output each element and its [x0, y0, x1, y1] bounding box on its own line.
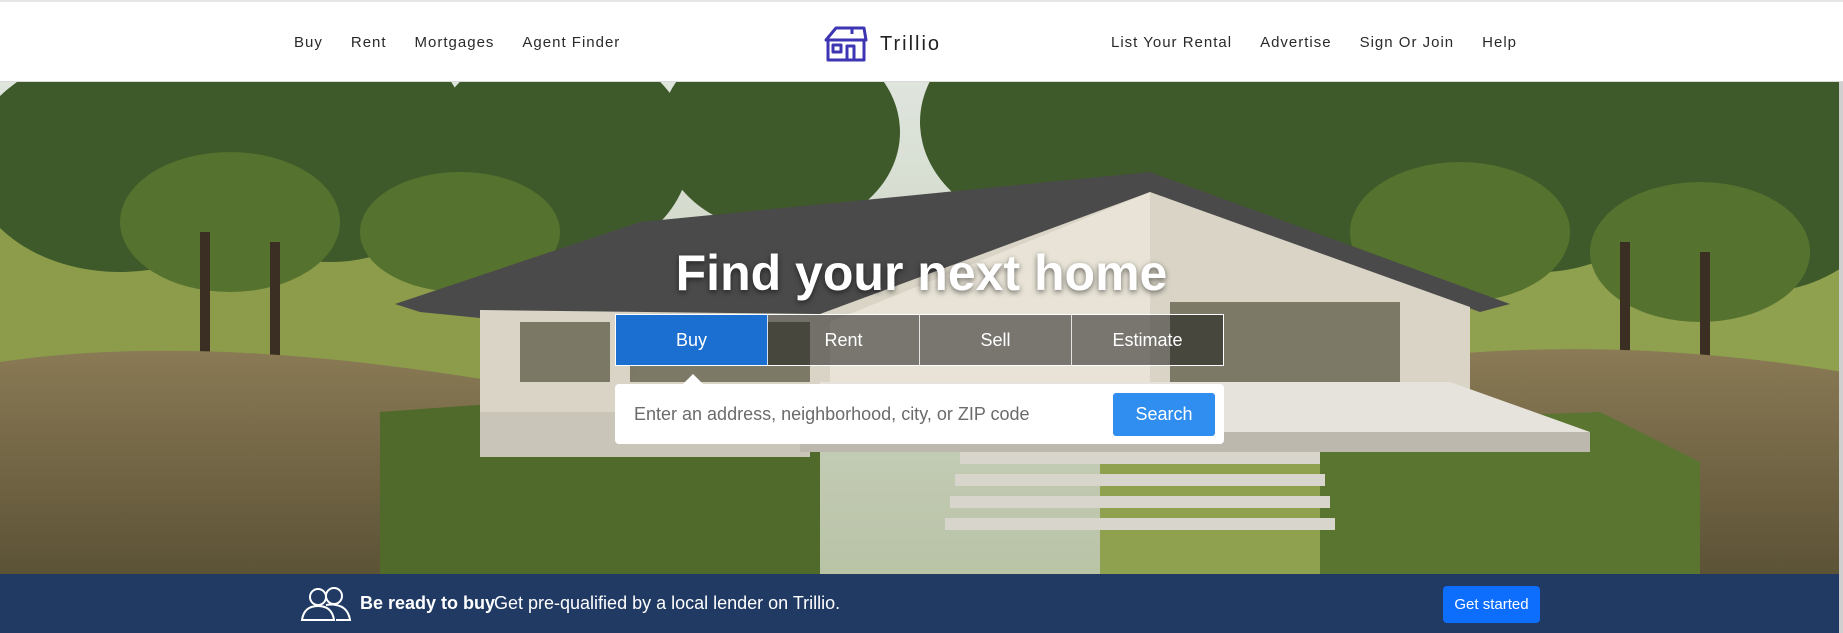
- hero-section: Find your next home Buy Rent Sell Estima…: [0, 82, 1843, 574]
- promo-heading: Be ready to buy: [360, 593, 496, 613]
- promo-text: Get pre-qualified by a local lender on T…: [494, 593, 841, 613]
- people-icon: [300, 587, 352, 621]
- active-tab-pointer: [683, 374, 703, 384]
- tab-estimate[interactable]: Estimate: [1072, 315, 1223, 365]
- nav-link-rent[interactable]: Rent: [351, 34, 387, 51]
- tab-sell[interactable]: Sell: [920, 315, 1072, 365]
- nav-link-buy[interactable]: Buy: [294, 34, 323, 51]
- house-logo-icon: [824, 26, 868, 62]
- hero-title: Find your next home: [675, 245, 1168, 301]
- nav-left: Buy Rent Mortgages Agent Finder: [294, 2, 648, 82]
- brand-logo[interactable]: Trillio: [822, 24, 941, 64]
- tab-buy[interactable]: Buy: [616, 315, 768, 365]
- brand-name: Trillio: [880, 32, 942, 55]
- promo-bar: Be ready to buy Get pre-qualified by a l…: [0, 574, 1843, 633]
- nav-link-mortgages[interactable]: Mortgages: [415, 34, 495, 51]
- search-input[interactable]: [615, 391, 1113, 437]
- nav-link-agent-finder[interactable]: Agent Finder: [522, 34, 620, 51]
- nav-right: List Your Rental Advertise Sign Or Join …: [1083, 2, 1517, 82]
- tab-rent[interactable]: Rent: [768, 315, 920, 365]
- page-scrollbar[interactable]: [1839, 82, 1843, 633]
- nav-link-help[interactable]: Help: [1482, 34, 1517, 51]
- top-navigation: Buy Rent Mortgages Agent Finder Trillio …: [0, 0, 1843, 82]
- nav-link-advertise[interactable]: Advertise: [1260, 34, 1332, 51]
- nav-link-list-your-rental[interactable]: List Your Rental: [1111, 34, 1232, 51]
- search-mode-tabs: Buy Rent Sell Estimate: [615, 314, 1224, 366]
- nav-link-sign-or-join[interactable]: Sign Or Join: [1360, 34, 1455, 51]
- search-box: Search: [615, 384, 1224, 444]
- get-started-button[interactable]: Get started: [1443, 586, 1540, 623]
- search-button[interactable]: Search: [1113, 392, 1215, 436]
